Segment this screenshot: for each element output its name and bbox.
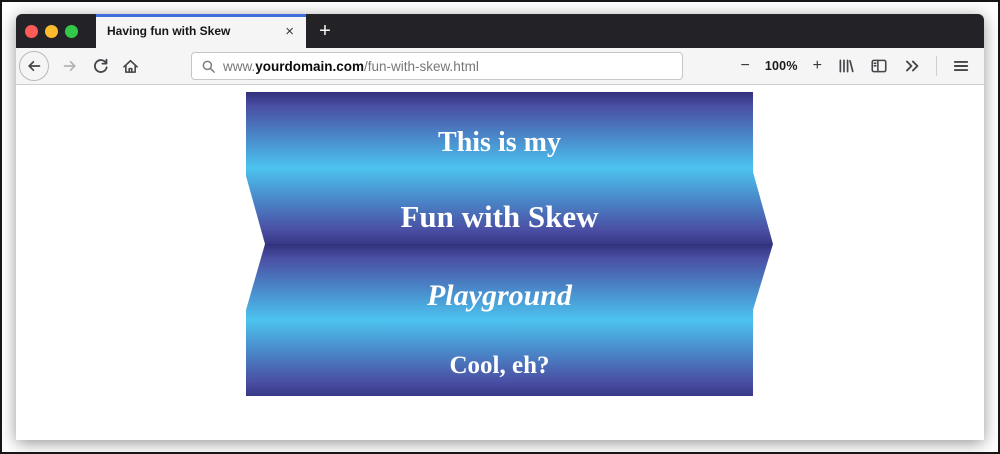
app-menu-button[interactable] (952, 57, 970, 75)
navigation-toolbar: www.yourdomain.com/fun-with-skew.html − … (16, 48, 984, 85)
double-chevron-right-icon (905, 60, 919, 72)
home-icon (123, 59, 138, 73)
url-path: /fun-with-skew.html (364, 58, 479, 74)
reload-button[interactable] (92, 58, 109, 75)
reload-icon (94, 58, 108, 73)
forward-arrow-icon (63, 60, 76, 72)
browser-window: Having fun with Skew × + www.yourdomain.… (16, 14, 984, 440)
screenshot-frame: Having fun with Skew × + www.yourdomain.… (0, 0, 1000, 454)
overflow-menu-button[interactable] (903, 57, 921, 75)
zoom-window-button[interactable] (65, 24, 78, 38)
url-prefix: www. (223, 58, 256, 74)
back-button[interactable] (19, 51, 49, 81)
home-button[interactable] (122, 58, 139, 75)
page-heading-2: Fun with Skew (400, 199, 599, 234)
toolbar-right-group: − 100% + (741, 56, 970, 76)
library-icon (839, 59, 854, 73)
close-window-button[interactable] (25, 24, 38, 38)
new-tab-button[interactable]: + (308, 14, 342, 48)
sidebar-icon (871, 59, 887, 73)
gradient-band-bottom: Playground Cool, eh? (246, 244, 773, 396)
tab-close-icon[interactable]: × (281, 22, 298, 41)
toolbar-divider (936, 56, 937, 76)
tab-bar: Having fun with Skew × + (16, 14, 984, 48)
back-arrow-icon (26, 58, 42, 74)
search-icon (201, 59, 216, 74)
url-text[interactable]: www.yourdomain.com/fun-with-skew.html (223, 59, 479, 74)
window-controls (16, 14, 96, 48)
tab-title: Having fun with Skew (107, 24, 231, 38)
skew-art: This is my Fun with Skew Playground Cool… (246, 92, 773, 396)
hamburger-menu-icon (953, 60, 969, 72)
url-bar[interactable]: www.yourdomain.com/fun-with-skew.html (191, 52, 683, 80)
gradient-band-top: This is my Fun with Skew (246, 92, 773, 244)
zoom-level[interactable]: 100% (765, 59, 798, 73)
zoom-out-button[interactable]: − (741, 57, 750, 75)
library-button[interactable] (837, 57, 855, 75)
page-content: This is my Fun with Skew Playground Cool… (16, 85, 984, 439)
zoom-in-button[interactable]: + (813, 57, 822, 75)
url-domain: yourdomain.com (255, 58, 365, 74)
sidebar-button[interactable] (870, 57, 888, 75)
forward-button[interactable] (62, 58, 78, 74)
page-heading-1: This is my (438, 127, 561, 158)
tab-having-fun-with-skew[interactable]: Having fun with Skew × (96, 14, 306, 48)
minimize-window-button[interactable] (45, 24, 58, 38)
page-heading-3: Playground (426, 279, 573, 312)
active-tab-indicator (96, 14, 306, 17)
page-heading-4: Cool, eh? (449, 352, 550, 379)
